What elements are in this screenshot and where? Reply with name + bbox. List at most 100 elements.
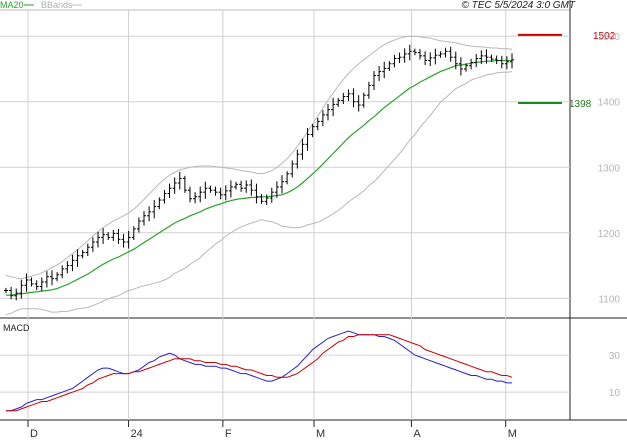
- ohlc-bar: [111, 229, 116, 241]
- macd-y-ticks: 30 10: [609, 351, 621, 399]
- level-label-1398: 1398: [569, 99, 592, 110]
- ohlc-bar: [326, 104, 330, 121]
- ohlc-bar: [448, 46, 453, 62]
- ohlc-bar: [60, 265, 65, 279]
- ohlc-bar: [346, 89, 351, 102]
- ohlc-bar: [351, 88, 356, 108]
- ohlc-bar: [208, 185, 213, 193]
- ohlc-bar: [443, 47, 448, 58]
- macd-signal-line: [6, 334, 513, 412]
- ohlc-bar: [182, 175, 187, 193]
- bbands-upper-line: [5, 35, 513, 280]
- ohlc-bar: [305, 127, 310, 151]
- legend-ma20-label: MA20: [0, 0, 24, 10]
- ohlc-bar: [80, 249, 85, 259]
- ohlc-bar: [39, 277, 44, 292]
- bbands-lower-line: [5, 71, 513, 316]
- ohlc-bar: [372, 70, 376, 90]
- ohlc-bar: [239, 180, 244, 192]
- ohlc-bar: [34, 280, 39, 291]
- bollinger-bands: [5, 35, 513, 316]
- price-y-tick-1500: 1500: [598, 32, 621, 43]
- ohlc-bar: [213, 186, 218, 196]
- ohlc-bar: [193, 192, 198, 204]
- ohlc-bars: [4, 44, 514, 301]
- macd-grid: [0, 318, 570, 420]
- ohlc-bar: [336, 97, 341, 107]
- ohlc-bar: [254, 183, 259, 204]
- macd-y-tick-30: 30: [609, 351, 621, 362]
- ohlc-bar: [177, 171, 182, 190]
- ohlc-bar: [65, 260, 70, 274]
- ohlc-bar: [223, 185, 228, 201]
- ohlc-bar: [428, 52, 433, 67]
- ma20-path: [6, 59, 512, 296]
- ohlc-bar: [402, 48, 407, 63]
- ohlc-bar: [96, 231, 100, 248]
- ohlc-bar: [433, 48, 438, 65]
- ohlc-bar: [157, 197, 162, 210]
- macd-title: MACD: [3, 323, 30, 333]
- macd-line: [6, 330, 512, 412]
- ohlc-bar: [218, 187, 223, 200]
- ohlc-bar: [121, 233, 126, 248]
- ohlc-bar: [152, 200, 157, 219]
- ohlc-bar: [203, 181, 208, 199]
- ohlc-bar: [188, 186, 192, 203]
- x-tick-label-F: F: [225, 428, 232, 440]
- x-tick-label-D: D: [30, 428, 38, 440]
- ohlc-bar: [85, 243, 90, 257]
- ohlc-bar: [29, 277, 34, 287]
- ohlc-bar: [228, 180, 233, 198]
- ohlc-bar: [106, 232, 111, 241]
- ma20-line: [6, 59, 512, 296]
- ohlc-bar: [147, 206, 152, 222]
- ohlc-bar: [234, 181, 238, 190]
- ohlc-bar: [320, 110, 325, 126]
- ohlc-bar: [90, 237, 95, 252]
- ohlc-bar: [361, 92, 366, 108]
- ohlc-bar: [269, 187, 274, 203]
- ohlc-bar: [136, 217, 141, 233]
- stock-chart: 15021398 11001200130014001500 3010 D 24 F M…: [0, 0, 627, 440]
- ohlc-bar: [412, 48, 417, 56]
- x-tick-label-M: M: [316, 428, 325, 440]
- ohlc-bar: [249, 179, 254, 196]
- ohlc-bar: [331, 97, 336, 117]
- ohlc-bar: [474, 53, 479, 68]
- price-y-tick-1300: 1300: [598, 163, 621, 174]
- macd-y-tick-10: 10: [609, 388, 621, 399]
- ohlc-bar: [198, 186, 203, 203]
- ohlc-bar: [19, 279, 24, 299]
- ohlc-bar: [438, 51, 443, 58]
- ohlc-bar: [167, 183, 172, 199]
- x-ticks: D 24 F M A M: [27, 420, 517, 440]
- ohlc-bar: [423, 51, 428, 66]
- copyright-timestamp: © TEC 5/5/2024 3:0 GMT: [461, 0, 575, 11]
- ohlc-bar: [9, 286, 14, 300]
- price-y-ticks: 1100 1200 1300 1400 1500: [598, 32, 621, 305]
- ohlc-bar: [499, 55, 504, 69]
- ohlc-bar: [392, 54, 397, 68]
- ohlc-bar: [44, 271, 49, 288]
- ohlc-bar: [397, 52, 402, 64]
- x-tick-label-A: A: [413, 428, 421, 440]
- ohlc-bar: [142, 211, 146, 226]
- ohlc-bar: [377, 66, 382, 82]
- ohlc-bar: [172, 177, 177, 194]
- ohlc-bar: [356, 95, 361, 112]
- price-y-tick-1100: 1100: [598, 294, 620, 305]
- price-y-tick-1200: 1200: [598, 229, 621, 240]
- ohlc-bar: [290, 160, 295, 178]
- ohlc-bar: [494, 55, 499, 65]
- x-tick-label-M: M: [508, 428, 517, 440]
- ohlc-bar: [387, 61, 392, 71]
- ohlc-bar: [382, 61, 387, 79]
- ohlc-bar: [101, 228, 106, 244]
- ohlc-bar: [341, 92, 346, 105]
- macd-lines: [6, 330, 513, 412]
- ohlc-bar: [55, 272, 60, 282]
- ohlc-bar: [75, 249, 80, 267]
- ohlc-bar: [295, 149, 300, 169]
- ohlc-bar: [162, 189, 167, 204]
